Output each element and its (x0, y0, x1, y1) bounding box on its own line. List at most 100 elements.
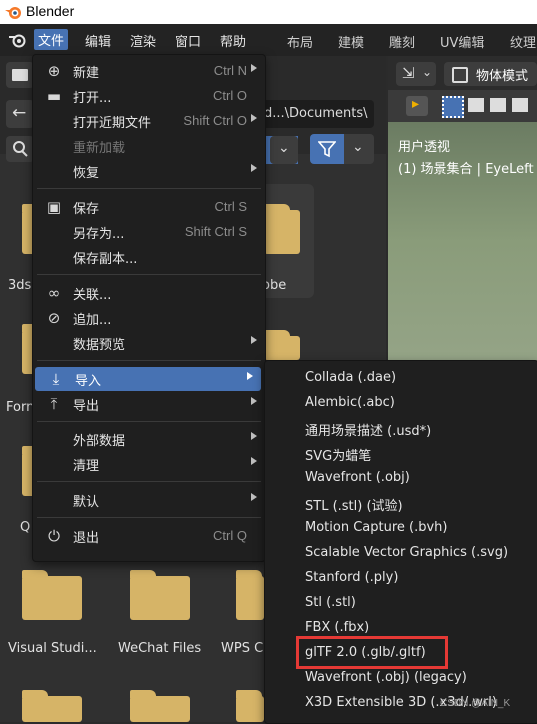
menu-item-append[interactable]: ⊘ 追加... (33, 306, 265, 330)
editor-type-button[interactable]: ⇲ ⌄ (396, 62, 436, 86)
menu-item-label: 清理 (73, 459, 100, 474)
select-extend-icon[interactable] (468, 98, 484, 112)
menu-item-label: 默认 (73, 495, 100, 510)
watermark: CSDN @AIN_K (440, 698, 511, 709)
filter-icon (318, 141, 336, 158)
import-stl-experimental[interactable]: STL (.stl) (试验) (305, 495, 403, 514)
menu-item-revert: 重新加载 (33, 134, 265, 158)
import-ply[interactable]: Stanford (.ply) (305, 570, 398, 585)
top-menu-bar: 文件 编辑 渲染 窗口 帮助 布局 建模 雕刻 UV编辑 纹理 (0, 24, 537, 56)
path-field[interactable]: d...\Documents\ (258, 100, 374, 128)
menu-divider (37, 274, 261, 275)
menu-divider (37, 360, 261, 361)
menu-item-label: 打开近期文件 (73, 116, 152, 131)
menu-window[interactable]: 窗口 (175, 31, 201, 50)
window-title: Blender (26, 3, 75, 19)
file-item-label: WPS C (221, 641, 264, 656)
submenu-arrow-icon (247, 372, 253, 380)
submenu-arrow-icon (251, 336, 257, 344)
import-wavefront-obj-legacy[interactable]: Wavefront (.obj) (legacy) (305, 670, 467, 685)
menu-divider (37, 481, 261, 482)
menu-item-link[interactable]: ∞ 关联... (33, 281, 265, 305)
tab-sculpt[interactable]: 雕刻 (389, 32, 415, 51)
blender-menu-icon[interactable] (8, 32, 26, 48)
select-tool-icon[interactable]: ▸ (406, 96, 428, 116)
mode-selector[interactable]: 物体模式 (444, 62, 537, 86)
file-item-label: Forn (6, 400, 35, 415)
menu-item-label: 另存为... (73, 227, 125, 242)
menu-divider (37, 421, 261, 422)
submenu-arrow-icon (251, 397, 257, 405)
menu-item-new[interactable]: ⊕ 新建 Ctrl N (33, 59, 265, 83)
tab-layout[interactable]: 布局 (287, 32, 313, 51)
import-svg-grease-pencil[interactable]: SVG为蜡笔 (305, 445, 371, 464)
menu-help[interactable]: 帮助 (220, 31, 246, 50)
menu-item-data-previews[interactable]: 数据预览 (33, 331, 265, 355)
submenu-arrow-icon (251, 164, 257, 172)
folder-icon: ▬ (46, 87, 62, 105)
submenu-arrow-icon (251, 64, 257, 72)
folder-icon[interactable] (264, 330, 300, 360)
menu-item-import[interactable]: ⤓ 导入 (35, 367, 261, 391)
filter-button[interactable] (310, 134, 344, 164)
menu-item-label: 保存 (73, 202, 100, 217)
folder-icon[interactable] (264, 204, 300, 254)
menu-item-save-copy[interactable]: 保存副本... (33, 245, 265, 269)
folder-icon[interactable] (22, 690, 82, 722)
select-invert-icon[interactable] (512, 98, 528, 112)
folder-icon[interactable] (236, 570, 264, 620)
object-mode-icon (452, 67, 468, 83)
folder-icon[interactable] (236, 690, 264, 722)
import-alembic[interactable]: Alembic(.abc) (305, 395, 395, 410)
cursor-icon: ▸ (412, 96, 420, 112)
gltf-highlight-box (296, 636, 448, 669)
menu-edit[interactable]: 编辑 (85, 31, 111, 50)
menu-item-label: 外部数据 (73, 434, 126, 449)
back-button[interactable]: ← (6, 100, 34, 128)
menu-item-export[interactable]: ⤒ 导出 (33, 392, 265, 416)
menu-item-save-as[interactable]: 另存为... Shift Ctrl S (33, 220, 265, 244)
menu-item-defaults[interactable]: 默认 (33, 488, 265, 512)
menu-item-label: 退出 (73, 531, 100, 546)
menu-render[interactable]: 渲染 (130, 31, 156, 50)
menu-item-label: 重新加载 (73, 141, 126, 156)
submenu-arrow-icon (251, 114, 257, 122)
menu-item-open-recent[interactable]: 打开近期文件 Shift Ctrl O (33, 109, 265, 133)
folder-icon[interactable] (22, 570, 82, 620)
import-stl[interactable]: Stl (.stl) (305, 595, 356, 610)
menu-item-recover[interactable]: 恢复 (33, 159, 265, 183)
select-box-icon[interactable] (442, 96, 464, 118)
tab-texture[interactable]: 纹理 (510, 32, 536, 51)
import-wavefront-obj[interactable]: Wavefront (.obj) (305, 470, 410, 485)
folder-icon[interactable] (130, 690, 190, 722)
select-subtract-icon[interactable] (490, 98, 506, 112)
export-icon: ⤒ (50, 395, 58, 413)
menu-item-shortcut: Shift Ctrl O (183, 113, 247, 128)
menu-item-clean-up[interactable]: 清理 (33, 452, 265, 476)
folder-icon (12, 69, 28, 81)
import-icon: ⤓ (52, 370, 60, 388)
menu-item-shortcut: Ctrl N (213, 63, 247, 78)
transform-icon: ⇲ (402, 64, 415, 82)
import-usd[interactable]: 通用场景描述 (.usd*) (305, 420, 431, 439)
menu-file[interactable]: 文件 (34, 29, 69, 50)
filter-dropdown[interactable]: ⌄ (344, 134, 374, 164)
tab-modeling[interactable]: 建模 (338, 32, 364, 51)
import-fbx[interactable]: FBX (.fbx) (305, 620, 369, 635)
folder-icon[interactable] (130, 570, 190, 620)
menu-item-external-data[interactable]: 外部数据 (33, 427, 265, 451)
import-svg[interactable]: Scalable Vector Graphics (.svg) (305, 545, 508, 560)
import-bvh[interactable]: Motion Capture (.bvh) (305, 520, 448, 535)
menu-item-open[interactable]: ▬ 打开... Ctrl O (33, 84, 265, 108)
display-dropdown[interactable]: ⌄ (270, 136, 298, 164)
search-button[interactable] (6, 136, 34, 162)
import-collada[interactable]: Collada (.dae) (305, 370, 396, 385)
file-item-label: Visual Studi... (8, 641, 97, 656)
tab-uv-editing[interactable]: UV编辑 (440, 32, 484, 51)
menu-item-label: 恢复 (73, 166, 100, 181)
menu-item-quit[interactable]: ⏻ 退出 Ctrl Q (33, 524, 265, 548)
display-mode-button[interactable] (6, 62, 34, 88)
file-menu: ⊕ 新建 Ctrl N ▬ 打开... Ctrl O 打开近期文件 Shift … (32, 54, 266, 562)
menu-divider (37, 517, 261, 518)
menu-item-save[interactable]: ▣ 保存 Ctrl S (33, 195, 265, 219)
